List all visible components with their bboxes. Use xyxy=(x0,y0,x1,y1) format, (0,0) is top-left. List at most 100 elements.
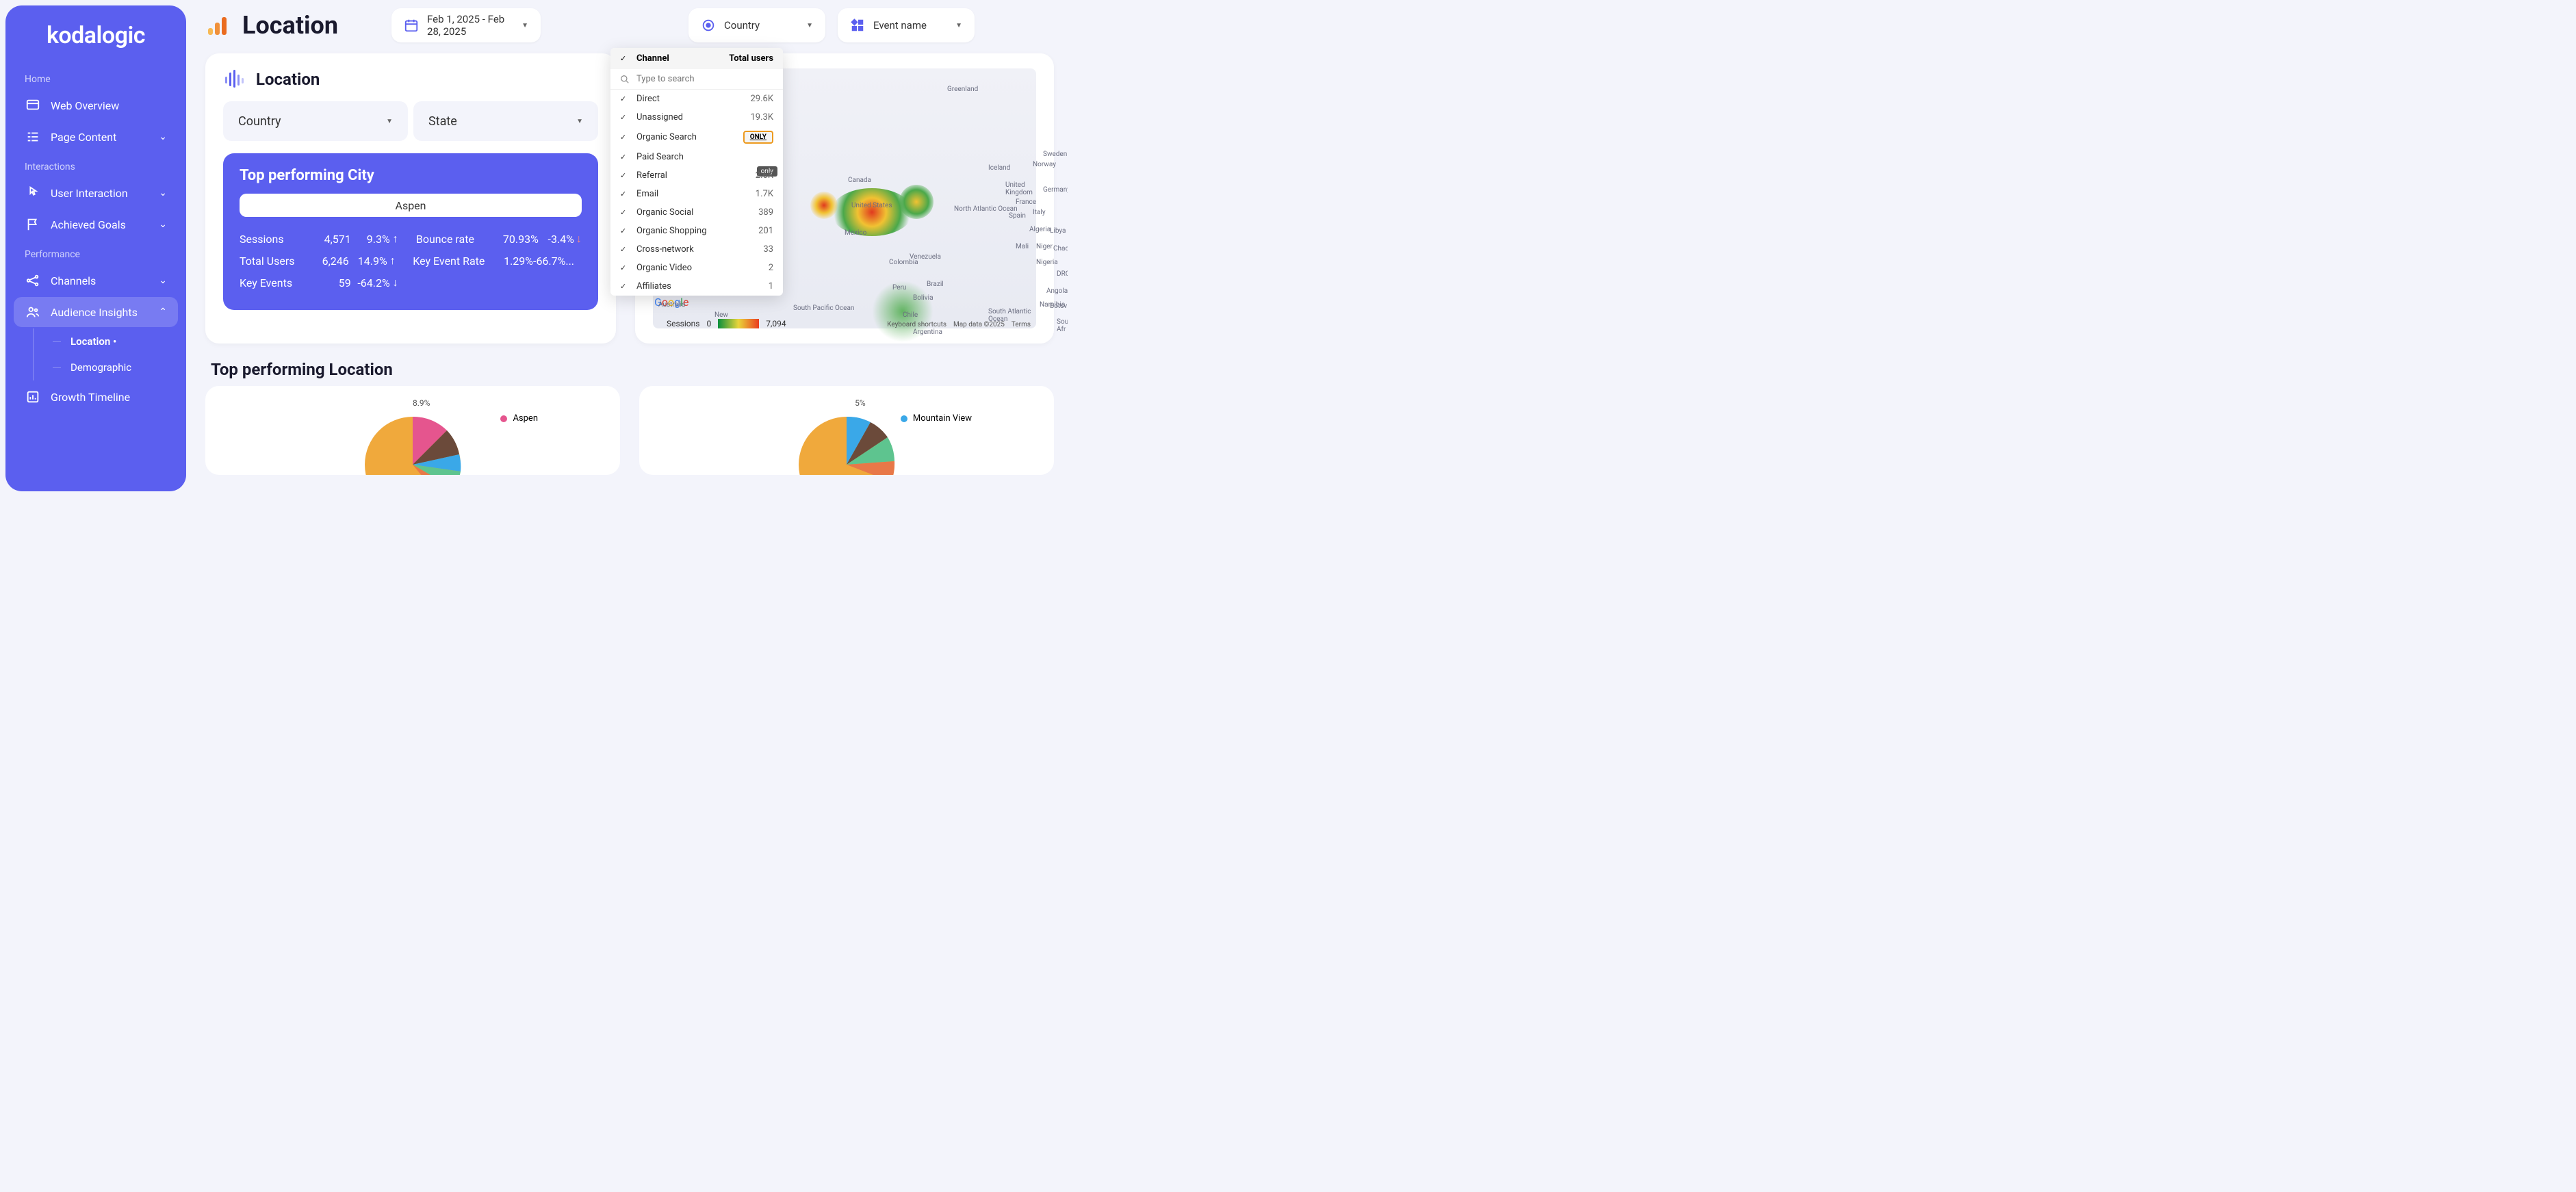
item-label: Organic Shopping xyxy=(636,226,758,236)
pie-card-2: 5% Mountain View xyxy=(639,386,1054,475)
dropdown-item[interactable]: ✓Affiliates1 xyxy=(610,277,783,296)
target-icon xyxy=(701,18,716,33)
tab-label: Country xyxy=(238,114,386,129)
metric-label: Bounce rate xyxy=(416,233,494,246)
only-button[interactable]: ONLY xyxy=(743,131,773,144)
date-range-picker[interactable]: Feb 1, 2025 - Feb 28, 2025 ▼ xyxy=(391,8,541,42)
metric-delta: -64.2% xyxy=(351,276,390,289)
subnav-location[interactable]: Location • xyxy=(62,328,178,354)
nav-label: Page Content xyxy=(51,131,159,144)
dropdown-item[interactable]: ✓Organic Shopping201 xyxy=(610,222,783,240)
metric-label: Total Users xyxy=(240,255,311,268)
perf-city-pill[interactable]: Aspen xyxy=(240,194,582,217)
dropdown-item[interactable]: ✓Email1.7K xyxy=(610,185,783,203)
dropdown-item[interactable]: ✓ Organic SearchONLY xyxy=(610,127,783,148)
item-label: Organic Search xyxy=(636,132,743,142)
item-value: 1 xyxy=(769,281,773,291)
tab-state[interactable]: State ▼ xyxy=(413,101,598,141)
check-icon: ✓ xyxy=(620,153,630,161)
map-label: Spain xyxy=(1009,212,1026,220)
map-label: Niger xyxy=(1036,243,1053,250)
item-value: 19.3K xyxy=(750,112,773,122)
check-icon: ✓ xyxy=(620,208,630,217)
metric-delta: -3.4% xyxy=(539,233,574,246)
check-icon: ✓ xyxy=(620,94,630,103)
tab-label: State xyxy=(428,114,576,129)
country-filter[interactable]: Country ▼ xyxy=(688,8,825,42)
subnav-demographic[interactable]: Demographic xyxy=(62,354,178,380)
analytics-icon xyxy=(205,13,230,38)
pie-percent: 8.9% xyxy=(413,398,430,408)
country-filter-label: Country xyxy=(724,19,760,31)
map-label: Botsv xyxy=(1050,302,1067,310)
map-label: Peru xyxy=(892,284,906,291)
legend-text: Mountain View xyxy=(913,413,972,424)
perf-city-name: Aspen xyxy=(396,199,426,212)
map-label: South Pacific Ocean xyxy=(793,305,854,312)
channel-dropdown: ✓ Channel Total users ✓Direct29.6K✓Unass… xyxy=(610,48,783,296)
nav-channels[interactable]: Channels ⌄ xyxy=(14,265,178,296)
map-label: Italy xyxy=(1033,209,1046,216)
event-filter-label: Event name xyxy=(873,19,927,31)
item-value: 33 xyxy=(763,244,773,255)
bottom-title: Top performing Location xyxy=(211,360,1054,379)
dropdown-item[interactable]: ✓Paid Searchonly xyxy=(610,148,783,166)
new-label: New xyxy=(714,311,728,319)
dropdown-item[interactable]: ✓Unassigned19.3K xyxy=(610,108,783,127)
nav-growth-timeline[interactable]: Growth Timeline xyxy=(14,382,178,412)
attrib-terms[interactable]: Terms xyxy=(1012,321,1031,328)
item-label: Paid Search xyxy=(636,152,773,162)
legend-max: 7,094 xyxy=(766,319,786,328)
tab-country[interactable]: Country ▼ xyxy=(223,101,408,141)
dropdown-item[interactable]: ✓Direct29.6K xyxy=(610,90,783,108)
nav-label: Achieved Goals xyxy=(51,218,159,231)
metric-value: 1.29% xyxy=(489,255,533,268)
map-label: Iceland xyxy=(988,164,1010,172)
item-label: Organic Social xyxy=(636,207,758,218)
arrow-icon: ↓ xyxy=(393,276,400,289)
dropdown-item[interactable]: ✓Cross-network33 xyxy=(610,240,783,259)
nav-section-interactions: Interactions xyxy=(14,157,178,177)
nav-web-overview[interactable]: Web Overview xyxy=(14,90,178,120)
nav-achieved-goals[interactable]: Achieved Goals ⌄ xyxy=(14,209,178,239)
dropdown-item[interactable]: ✓Organic Video2 xyxy=(610,259,783,277)
nav-label: Growth Timeline xyxy=(51,391,167,404)
map-label: Canada xyxy=(848,177,871,184)
map-label: Greenland xyxy=(947,86,978,93)
arrow-icon: ↓ xyxy=(576,232,582,246)
check-icon: ✓ xyxy=(620,171,630,180)
legend-dot-icon xyxy=(500,415,507,422)
check-icon: ✓ xyxy=(620,133,630,142)
pie-chart-icon xyxy=(344,396,481,475)
nav-label: Channels xyxy=(51,274,159,287)
map-card: ✓ Channel Total users ✓Direct29.6K✓Unass… xyxy=(635,53,1054,344)
caret-down-icon: ▼ xyxy=(521,22,528,29)
metric-label: Key Events xyxy=(240,276,312,289)
perf-title: Top performing City xyxy=(240,167,582,184)
nav-page-content[interactable]: Page Content ⌄ xyxy=(14,122,178,152)
caret-down-icon: ▼ xyxy=(955,22,962,29)
attrib-data[interactable]: Map data ©2025 xyxy=(953,321,1005,328)
pie-card-1: 8.9% Aspen xyxy=(205,386,620,475)
metric-delta: 14.9% xyxy=(349,255,387,268)
arrow-icon: ↑ xyxy=(390,254,397,268)
perf-row: Sessions4,5719.3%↑Bounce rate70.93%-3.4%… xyxy=(240,228,582,250)
pie-chart-icon xyxy=(778,396,915,475)
map-label: Angola xyxy=(1046,287,1068,295)
dropdown-item[interactable]: ✓Referral2.6K xyxy=(610,166,783,185)
nav-user-interaction[interactable]: User Interaction ⌄ xyxy=(14,178,178,208)
metric-delta: 9.3% xyxy=(351,233,390,246)
nav-audience-insights[interactable]: Audience Insights ⌃ xyxy=(14,297,178,327)
location-card: Location Country ▼ State ▼ Top performin… xyxy=(205,53,616,344)
pie-legend-2: Mountain View xyxy=(901,413,972,424)
map-label: Norway xyxy=(1033,161,1056,168)
nav-section-performance: Performance xyxy=(14,245,178,264)
legend-label: Sessions xyxy=(667,319,699,328)
caret-down-icon: ▼ xyxy=(386,118,393,125)
dropdown-search-input[interactable] xyxy=(636,74,773,84)
event-filter[interactable]: Event name ▼ xyxy=(838,8,975,42)
dropdown-item[interactable]: ✓Organic Social389 xyxy=(610,203,783,222)
attrib-shortcuts[interactable]: Keyboard shortcuts xyxy=(887,321,946,328)
nav-label: Audience Insights xyxy=(51,306,159,319)
chevron-up-icon: ⌃ xyxy=(159,307,167,318)
